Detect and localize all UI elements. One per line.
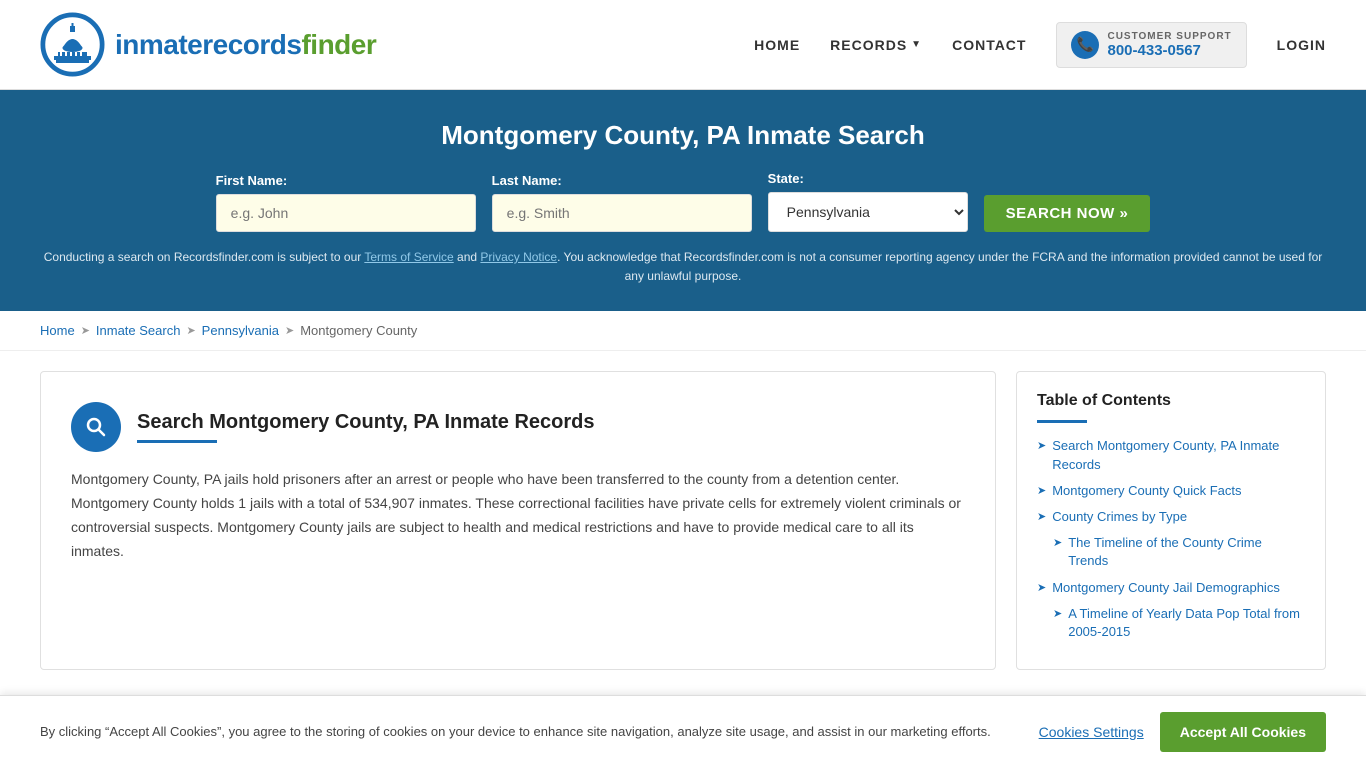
logo-icon <box>40 12 105 77</box>
toc-chevron-6: ➤ <box>1053 607 1062 622</box>
breadcrumb-sep-3: ➤ <box>285 324 294 337</box>
cookie-banner: By clicking “Accept All Cookies”, you ag… <box>0 695 1366 768</box>
breadcrumb-pennsylvania[interactable]: Pennsylvania <box>202 323 279 338</box>
site-header: inmaterecordsfinder HOME RECORDS ▼ CONTA… <box>0 0 1366 90</box>
cookies-settings-button[interactable]: Cookies Settings <box>1039 724 1144 740</box>
breadcrumb-current: Montgomery County <box>300 323 417 338</box>
toc-chevron-3: ➤ <box>1037 510 1046 525</box>
sidebar: Table of Contents ➤ Search Montgomery Co… <box>1016 371 1326 670</box>
toc-link-3[interactable]: ➤ County Crimes by Type <box>1037 508 1305 526</box>
state-group: State: Pennsylvania <box>768 171 968 232</box>
toc-link-1[interactable]: ➤ Search Montgomery County, PA Inmate Re… <box>1037 437 1305 473</box>
breadcrumb-sep-1: ➤ <box>81 324 90 337</box>
toc-chevron-1: ➤ <box>1037 439 1046 454</box>
state-select[interactable]: Pennsylvania <box>768 192 968 232</box>
toc-item-6: ➤ A Timeline of Yearly Data Pop Total fr… <box>1037 605 1305 641</box>
cookie-actions: Cookies Settings Accept All Cookies <box>1039 712 1326 752</box>
search-button[interactable]: SEARCH NOW » <box>984 195 1151 232</box>
toc-link-2[interactable]: ➤ Montgomery County Quick Facts <box>1037 482 1305 500</box>
hero-title: Montgomery County, PA Inmate Search <box>40 120 1326 151</box>
toc-divider <box>1037 420 1087 423</box>
support-number: 800-433-0567 <box>1107 42 1231 59</box>
search-form: First Name: Last Name: State: Pennsylvan… <box>40 171 1326 232</box>
state-label: State: <box>768 171 968 186</box>
logo[interactable]: inmaterecordsfinder <box>40 12 376 77</box>
toc-item-2: ➤ Montgomery County Quick Facts <box>1037 482 1305 500</box>
toc-chevron-4: ➤ <box>1053 536 1062 551</box>
customer-support-box[interactable]: 📞 CUSTOMER SUPPORT 800-433-0567 <box>1056 22 1246 68</box>
article-header: Search Montgomery County, PA Inmate Reco… <box>71 402 965 452</box>
main-content: Search Montgomery County, PA Inmate Reco… <box>0 351 1366 690</box>
support-text: CUSTOMER SUPPORT 800-433-0567 <box>1107 31 1231 59</box>
support-label: CUSTOMER SUPPORT <box>1107 31 1231 42</box>
breadcrumb-home[interactable]: Home <box>40 323 75 338</box>
hero-disclaimer: Conducting a search on Recordsfinder.com… <box>40 248 1326 286</box>
article-title: Search Montgomery County, PA Inmate Reco… <box>137 411 595 434</box>
first-name-label: First Name: <box>216 173 476 188</box>
toc-list: ➤ Search Montgomery County, PA Inmate Re… <box>1037 437 1305 641</box>
main-nav: HOME RECORDS ▼ CONTACT 📞 CUSTOMER SUPPOR… <box>754 22 1326 68</box>
toc-chevron-2: ➤ <box>1037 484 1046 499</box>
article-title-block: Search Montgomery County, PA Inmate Reco… <box>137 411 595 443</box>
article: Search Montgomery County, PA Inmate Reco… <box>40 371 996 670</box>
last-name-input[interactable] <box>492 194 752 232</box>
last-name-group: Last Name: <box>492 173 752 232</box>
last-name-label: Last Name: <box>492 173 752 188</box>
chevron-down-icon: ▼ <box>911 39 922 50</box>
breadcrumb-sep-2: ➤ <box>186 324 195 337</box>
toc-link-6[interactable]: ➤ A Timeline of Yearly Data Pop Total fr… <box>1053 605 1305 641</box>
toc-item-4: ➤ The Timeline of the County Crime Trend… <box>1037 534 1305 570</box>
nav-home[interactable]: HOME <box>754 37 800 53</box>
breadcrumb-inmate-search[interactable]: Inmate Search <box>96 323 181 338</box>
toc-item-5: ➤ Montgomery County Jail Demographics <box>1037 579 1305 597</box>
article-title-underline <box>137 440 217 443</box>
toc-item-3: ➤ County Crimes by Type <box>1037 508 1305 526</box>
toc-item-1: ➤ Search Montgomery County, PA Inmate Re… <box>1037 437 1305 473</box>
cookie-text: By clicking “Accept All Cookies”, you ag… <box>40 722 1019 742</box>
toc-chevron-5: ➤ <box>1037 581 1046 596</box>
article-body: Montgomery County, PA jails hold prisone… <box>71 468 965 563</box>
first-name-group: First Name: <box>216 173 476 232</box>
hero-section: Montgomery County, PA Inmate Search Firs… <box>0 90 1366 311</box>
privacy-link[interactable]: Privacy Notice <box>480 250 557 264</box>
toc-link-4[interactable]: ➤ The Timeline of the County Crime Trend… <box>1053 534 1305 570</box>
terms-link[interactable]: Terms of Service <box>364 250 453 264</box>
toc-link-5[interactable]: ➤ Montgomery County Jail Demographics <box>1037 579 1305 597</box>
nav-login[interactable]: LOGIN <box>1277 37 1326 53</box>
accept-all-cookies-button[interactable]: Accept All Cookies <box>1160 712 1326 752</box>
nav-contact[interactable]: CONTACT <box>952 37 1026 53</box>
toc-title: Table of Contents <box>1037 392 1305 410</box>
phone-icon: 📞 <box>1071 31 1099 59</box>
first-name-input[interactable] <box>216 194 476 232</box>
logo-wordmark: inmaterecordsfinder <box>115 29 376 61</box>
breadcrumb: Home ➤ Inmate Search ➤ Pennsylvania ➤ Mo… <box>0 311 1366 351</box>
toc-box: Table of Contents ➤ Search Montgomery Co… <box>1016 371 1326 670</box>
nav-records[interactable]: RECORDS ▼ <box>830 37 922 53</box>
search-icon <box>71 402 121 452</box>
